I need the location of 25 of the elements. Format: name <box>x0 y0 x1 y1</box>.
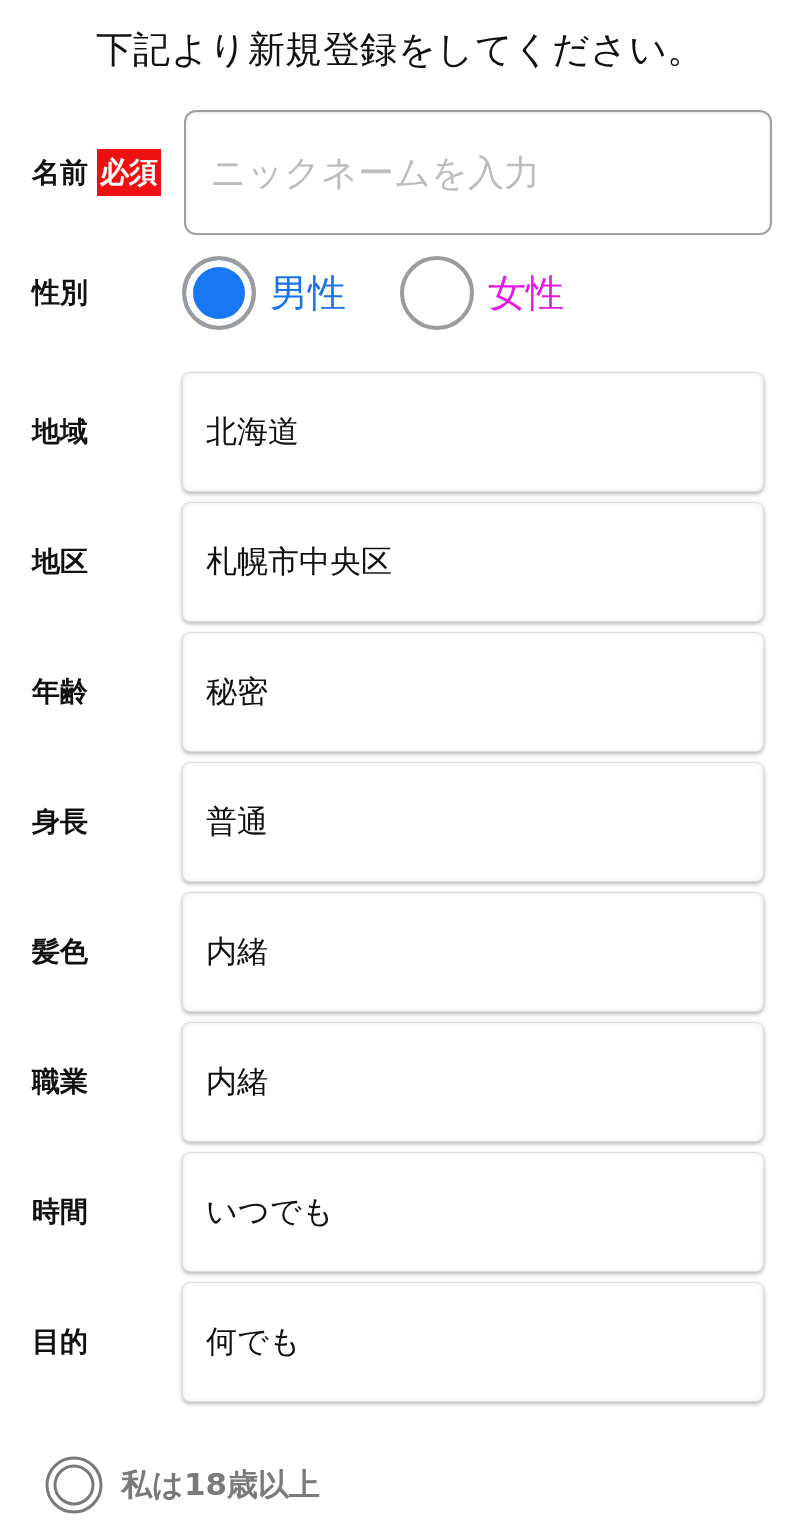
select-field[interactable]: 何でも <box>182 1282 764 1402</box>
field-label: 職業 <box>32 1064 89 1100</box>
form-heading: 下記より新規登録をしてください。 <box>94 27 706 73</box>
select-field[interactable]: 秘密 <box>182 632 764 752</box>
field-label: 身長 <box>32 804 89 840</box>
agreement-radio-icon[interactable] <box>45 1456 103 1514</box>
agreement-text: 私は18歳以上 <box>121 1465 321 1504</box>
select-field[interactable]: 内緒 <box>182 892 764 1012</box>
radio-label[interactable]: 男性 <box>270 267 346 319</box>
field-label: 髪色 <box>32 934 89 970</box>
nickname-input-field[interactable]: ニックネームを入力 <box>184 110 772 235</box>
select-field[interactable]: 札幌市中央区 <box>182 502 764 622</box>
select-field[interactable]: 普通 <box>182 762 764 882</box>
field-label: 時間 <box>32 1194 89 1230</box>
field-label: 地区 <box>32 544 89 580</box>
field-label: 性別 <box>32 275 89 311</box>
field-label: 地域 <box>32 414 89 450</box>
radio-label[interactable]: 女性 <box>488 267 564 319</box>
required-badge: 必須 <box>97 149 161 196</box>
select-field[interactable]: いつでも <box>182 1152 764 1272</box>
field-label: 目的 <box>32 1324 89 1360</box>
select-field[interactable]: 内緒 <box>182 1022 764 1142</box>
field-label: 名前 <box>32 154 88 191</box>
select-field[interactable]: 北海道 <box>182 372 764 492</box>
field-label: 年齢 <box>32 674 89 710</box>
